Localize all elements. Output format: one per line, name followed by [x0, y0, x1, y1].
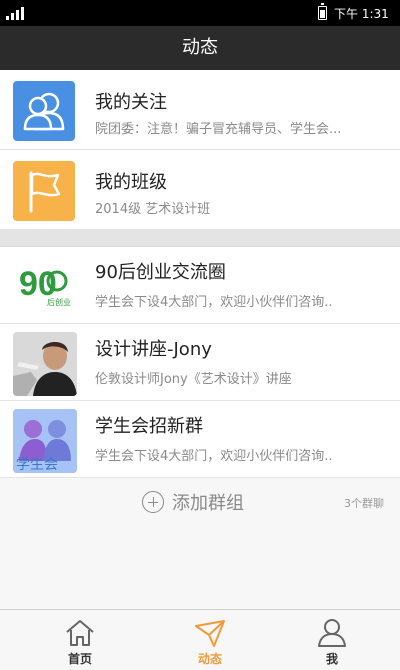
tab-label: 我 — [325, 652, 338, 666]
home-icon — [66, 620, 94, 646]
plus-icon — [142, 491, 164, 513]
svg-text:学生会: 学生会 — [16, 457, 58, 473]
item-name: 我的班级 — [95, 172, 167, 193]
group-avatar: 90 后创业 — [13, 255, 77, 319]
users-icon — [13, 81, 75, 141]
svg-text:后创业: 后创业 — [47, 297, 71, 307]
tab-label: 首页 — [67, 652, 92, 666]
feed-list: 我的关注 院团委：注意！骗子冒充辅导员、学生会... 我的班级 2014级 艺术… — [0, 70, 400, 526]
list-item-class[interactable]: 我的班级 2014级 艺术设计班 — [0, 150, 400, 230]
page-title: 动态 — [0, 26, 400, 70]
list-item-group[interactable]: 设计讲座-Jony 伦敦设计师Jony《艺术设计》讲座 — [0, 324, 400, 401]
item-name: 我的关注 — [95, 92, 167, 113]
add-group-row: 添加群组 3个群聊 — [0, 478, 400, 526]
item-desc: 院团委：注意！骗子冒充辅导员、学生会... — [95, 122, 342, 137]
paper-plane-icon — [195, 620, 225, 647]
tab-home[interactable]: 首页 — [30, 610, 130, 670]
item-desc: 2014级 艺术设计班 — [95, 202, 211, 217]
add-group-label: 添加群组 — [172, 493, 244, 514]
signal-icon — [6, 6, 24, 20]
add-group-button[interactable]: 添加群组 — [142, 490, 244, 514]
tab-bar: 首页 动态 我 — [0, 609, 400, 669]
group-avatar: 学生会 — [13, 409, 77, 473]
battery-icon — [318, 3, 327, 20]
group-avatar — [13, 332, 77, 396]
list-item-following[interactable]: 我的关注 院团委：注意！骗子冒充辅导员、学生会... — [0, 70, 400, 150]
flag-icon — [13, 161, 75, 221]
item-desc: 伦敦设计师Jony《艺术设计》讲座 — [95, 372, 292, 387]
section-divider — [0, 230, 400, 247]
tab-label: 动态 — [197, 652, 222, 666]
item-desc: 学生会下设4大部门，欢迎小伙伴们咨询.. — [95, 449, 333, 464]
status-time: 下午 1:31 — [334, 7, 389, 21]
tab-me[interactable]: 我 — [282, 610, 382, 670]
person-icon — [318, 619, 346, 647]
tab-dynamic[interactable]: 动态 — [160, 610, 260, 670]
item-name: 学生会招新群 — [95, 416, 203, 437]
group-count: 3个群聊 — [344, 497, 384, 510]
status-bar: 下午 1:31 — [0, 0, 400, 26]
list-item-group[interactable]: 90 后创业 90后创业交流圈 学生会下设4大部门，欢迎小伙伴们咨询.. — [0, 247, 400, 324]
item-desc: 学生会下设4大部门，欢迎小伙伴们咨询.. — [95, 295, 333, 310]
item-name: 90后创业交流圈 — [95, 262, 226, 283]
list-item-group[interactable]: 学生会 学生会招新群 学生会下设4大部门，欢迎小伙伴们咨询.. — [0, 401, 400, 478]
item-name: 设计讲座-Jony — [95, 339, 212, 360]
